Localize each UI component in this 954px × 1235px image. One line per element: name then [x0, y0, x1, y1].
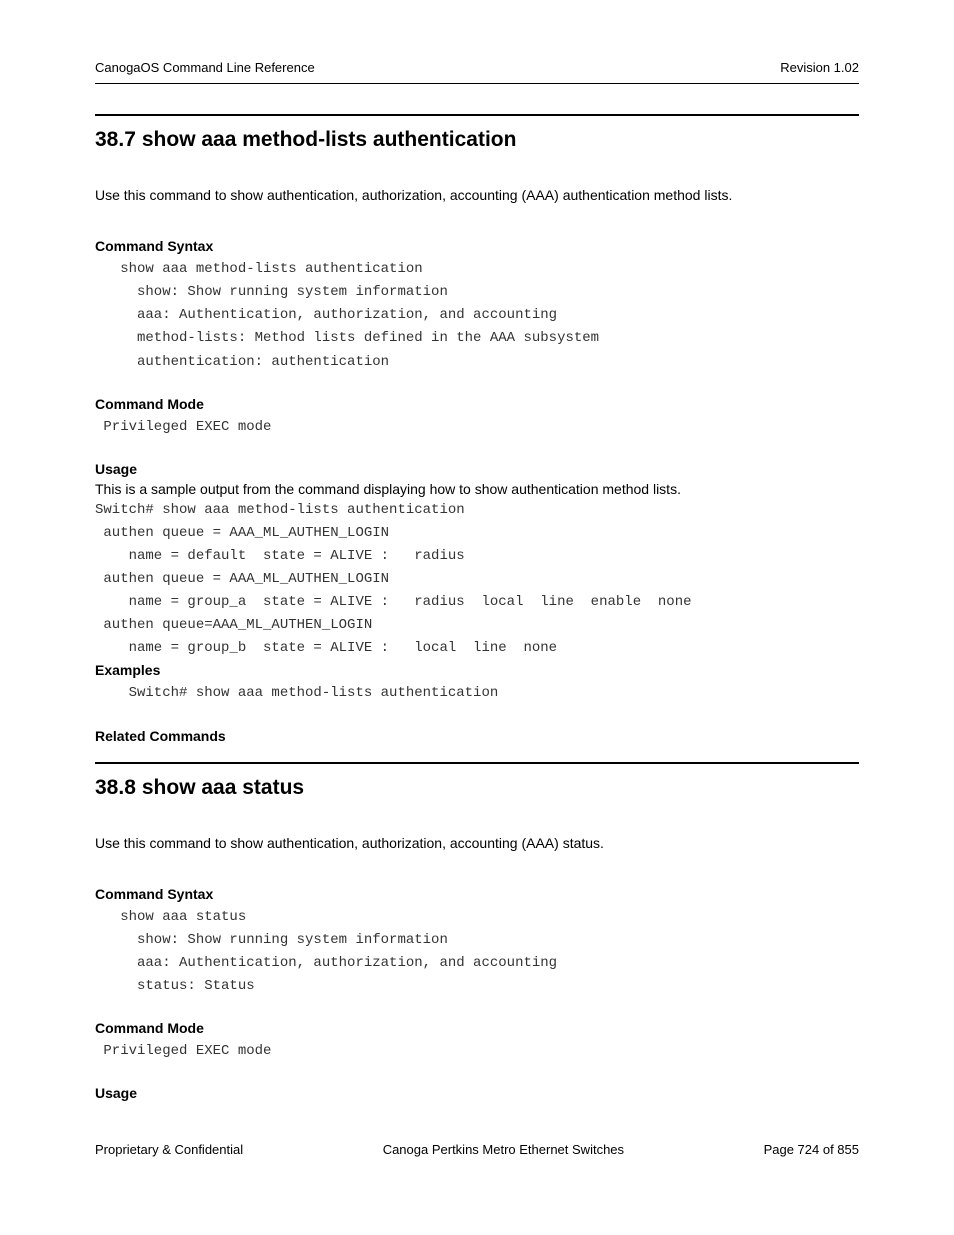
section-intro: Use this command to show authentication,… — [95, 186, 859, 204]
mode-code: Privileged EXEC mode — [95, 416, 859, 439]
section-number: 38.7 — [95, 128, 136, 151]
footer-left: Proprietary & Confidential — [95, 1142, 243, 1157]
command-syntax-block: Command Syntax show aaa method-lists aut… — [95, 238, 859, 373]
usage-code: Switch# show aaa method-lists authentica… — [95, 499, 859, 661]
section-title-text: show aaa status — [142, 776, 304, 799]
section-number: 38.8 — [95, 776, 136, 799]
document-page: CanogaOS Command Line Reference Revision… — [0, 0, 954, 1155]
section-heading: 38.7 show aaa method-lists authentication — [95, 128, 859, 152]
header-right: Revision 1.02 — [780, 60, 859, 75]
syntax-code: show aaa method-lists authentication sho… — [95, 258, 859, 373]
section-divider — [95, 762, 859, 764]
usage-block: Usage This is a sample output from the c… — [95, 461, 859, 661]
section-heading: 38.8 show aaa status — [95, 776, 859, 800]
examples-label: Examples — [95, 662, 859, 678]
examples-block: Examples Switch# show aaa method-lists a… — [95, 662, 859, 705]
usage-text: This is a sample output from the command… — [95, 481, 859, 497]
syntax-label: Command Syntax — [95, 238, 859, 254]
mode-label: Command Mode — [95, 396, 859, 412]
section-title-text: show aaa method-lists authentication — [142, 128, 517, 151]
related-commands-label: Related Commands — [95, 728, 859, 744]
header-left: CanogaOS Command Line Reference — [95, 60, 315, 75]
mode-label: Command Mode — [95, 1020, 859, 1036]
command-syntax-block: Command Syntax show aaa status show: Sho… — [95, 886, 859, 998]
usage-label: Usage — [95, 461, 859, 477]
mode-code: Privileged EXEC mode — [95, 1040, 859, 1063]
footer-right: Page 724 of 855 — [764, 1142, 859, 1157]
footer-center: Canoga Pertkins Metro Ethernet Switches — [383, 1142, 624, 1157]
usage-label: Usage — [95, 1085, 859, 1101]
syntax-code: show aaa status show: Show running syste… — [95, 906, 859, 998]
section-divider — [95, 114, 859, 116]
command-mode-block: Command Mode Privileged EXEC mode — [95, 396, 859, 439]
header-rule — [95, 83, 859, 84]
examples-code: Switch# show aaa method-lists authentica… — [95, 682, 859, 705]
page-header: CanogaOS Command Line Reference Revision… — [95, 60, 859, 75]
syntax-label: Command Syntax — [95, 886, 859, 902]
command-mode-block: Command Mode Privileged EXEC mode — [95, 1020, 859, 1063]
section-intro: Use this command to show authentication,… — [95, 834, 859, 852]
page-footer: Proprietary & Confidential Canoga Pertki… — [95, 1142, 859, 1157]
